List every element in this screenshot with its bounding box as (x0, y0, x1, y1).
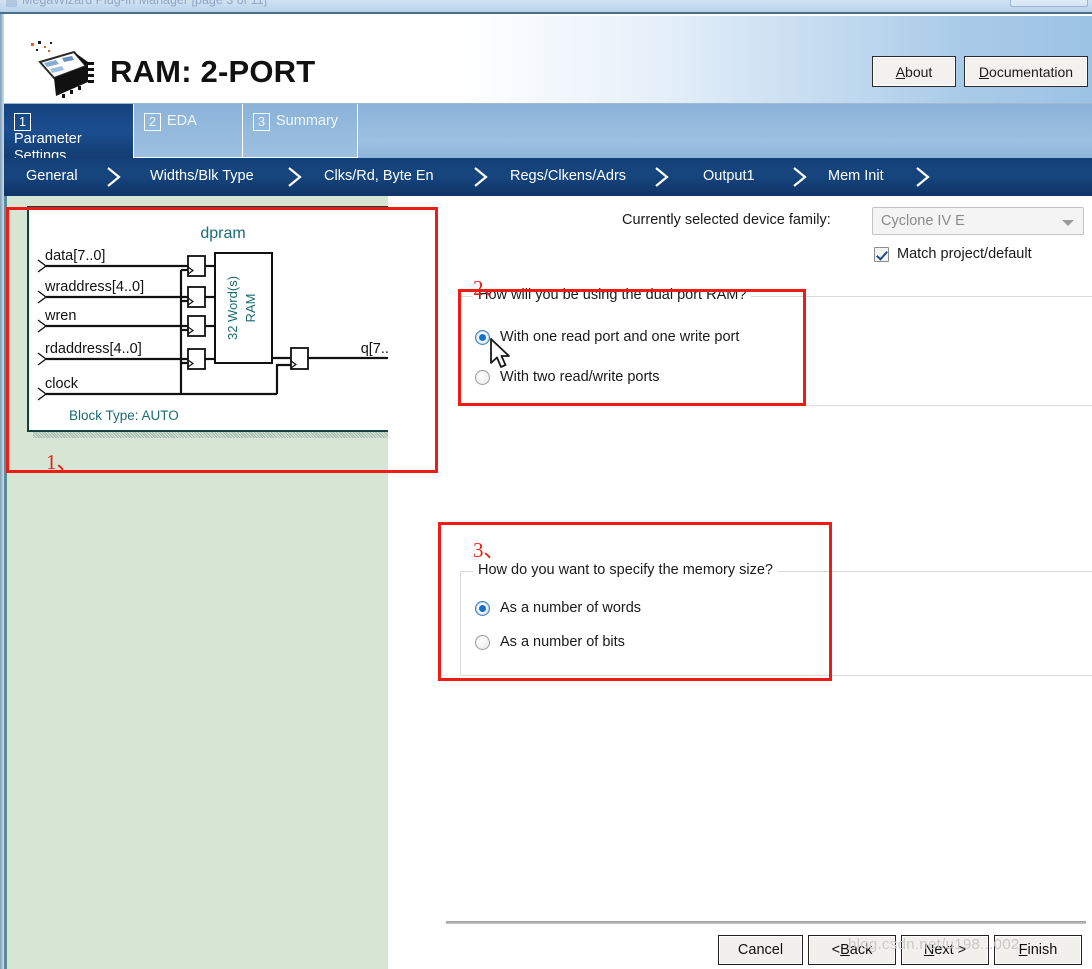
window-icon (6, 0, 17, 7)
dual-port-usage-legend: How will you be using the dual port RAM? (473, 287, 752, 303)
chevron-right-icon (107, 167, 121, 187)
svg-text:wren: wren (44, 308, 76, 324)
annotation-number-3: 3、 (473, 538, 505, 562)
radio-indicator-icon (475, 634, 490, 650)
step-tab-summary[interactable]: 3 Summary (243, 104, 358, 158)
chevron-right-icon (916, 167, 930, 187)
svg-text:wraddress[4..0]: wraddress[4..0] (44, 279, 144, 295)
checkbox-check-icon (874, 246, 889, 262)
parameter-settings-panel: Currently selected device family: Cyclon… (388, 196, 1092, 969)
page-title: RAM: 2-PORT (110, 54, 316, 89)
sub-tab-bar: General Widths/Blk Type Clks/Rd, Byte En… (4, 158, 1092, 196)
svg-text:32 Word(s): 32 Word(s) (225, 276, 240, 340)
about-button[interactable]: About (872, 56, 956, 87)
step-tab-label: EDA (167, 113, 197, 129)
memory-size-group: How do you want to specify the memory si… (460, 562, 1092, 676)
radio-label: As a number of words (500, 600, 642, 616)
diagram-module-name: dpram (200, 225, 245, 242)
radio-number-of-bits[interactable]: As a number of bits (475, 634, 625, 650)
cancel-button[interactable]: Cancel (718, 935, 803, 965)
radio-indicator-icon (475, 600, 490, 616)
svg-text:clock: clock (45, 376, 79, 392)
device-family-value: Cyclone IV E (881, 213, 965, 229)
footer-separator (446, 921, 1086, 924)
step-tab-label: Summary (276, 113, 339, 129)
annotation-number-1: 1、 (46, 450, 78, 474)
step-number: 1 (14, 113, 31, 131)
match-project-default-checkbox[interactable]: Match project/default (874, 246, 1032, 262)
radio-label: With two read/write ports (500, 369, 660, 385)
step-number: 2 (144, 113, 161, 131)
dual-port-usage-group: How will you be using the dual port RAM?… (460, 287, 1092, 406)
window-title-bar: MegaWizard Plug-In Manager [page 3 of 11… (0, 0, 1092, 12)
step-tab-filler (358, 104, 1092, 158)
window-title: MegaWizard Plug-In Manager [page 3 of 11… (22, 0, 268, 7)
sub-tab-clks-rd-byte-en[interactable]: Clks/Rd, Byte En (324, 168, 434, 184)
step-tab-bar: 1Parameter Settings 2 EDA 3 Summary (4, 104, 1092, 164)
annotation-number-2: 2、 (473, 276, 505, 300)
svg-text:rdaddress[4..0]: rdaddress[4..0] (45, 341, 142, 357)
finish-button[interactable]: Finish (994, 935, 1082, 965)
step-tab-parameter-settings[interactable]: 1Parameter Settings (4, 104, 133, 164)
wizard-banner: RAM: 2-PORT About Documentation (4, 16, 1092, 104)
radio-number-of-words[interactable]: As a number of words (475, 600, 641, 616)
megawizard-window: MegaWizard Plug-In Manager [page 3 of 11… (0, 0, 1092, 969)
chevron-right-icon (288, 167, 302, 187)
memory-size-legend: How do you want to specify the memory si… (473, 562, 778, 578)
svg-text:Block Type: AUTO: Block Type: AUTO (69, 408, 179, 423)
chevron-down-icon (1062, 220, 1074, 226)
sub-tab-general[interactable]: General (26, 168, 78, 184)
step-number: 3 (253, 113, 270, 131)
radio-one-read-one-write[interactable]: With one read port and one write port (475, 329, 739, 345)
step-tab-eda[interactable]: 2 EDA (133, 104, 243, 158)
radio-indicator-icon (475, 329, 490, 345)
svg-text:data[7..0]: data[7..0] (45, 248, 105, 264)
chevron-right-icon (793, 167, 807, 187)
next-button[interactable]: Next > (901, 935, 989, 965)
match-project-default-label: Match project/default (897, 246, 1032, 262)
sub-tab-output1[interactable]: Output1 (703, 168, 755, 184)
back-button[interactable]: < Back (808, 935, 896, 965)
altera-megafunction-icon (31, 41, 94, 98)
radio-indicator-icon (475, 369, 490, 385)
radio-two-read-write[interactable]: With two read/write ports (475, 369, 660, 385)
sub-tab-widths-blk-type[interactable]: Widths/Blk Type (150, 168, 254, 184)
device-family-select[interactable]: Cyclone IV E (872, 207, 1084, 235)
documentation-button[interactable]: Documentation (964, 56, 1088, 87)
chevron-right-icon (474, 167, 488, 187)
block-diagram: dpram data[7..0] wraddress[4..0] wren rd… (27, 206, 419, 432)
radio-label: As a number of bits (500, 634, 625, 650)
sub-tab-regs-clkens-adrs[interactable]: Regs/Clkens/Adrs (510, 168, 626, 184)
sub-tab-mem-init[interactable]: Mem Init (828, 168, 884, 184)
window-controls[interactable] (1010, 0, 1088, 7)
device-family-label: Currently selected device family: (622, 212, 831, 228)
chevron-right-icon (655, 167, 669, 187)
radio-label: With one read port and one write port (500, 329, 740, 345)
symbol-preview-panel: dpram data[7..0] wraddress[4..0] wren rd… (4, 196, 425, 969)
svg-text:RAM: RAM (243, 294, 258, 323)
